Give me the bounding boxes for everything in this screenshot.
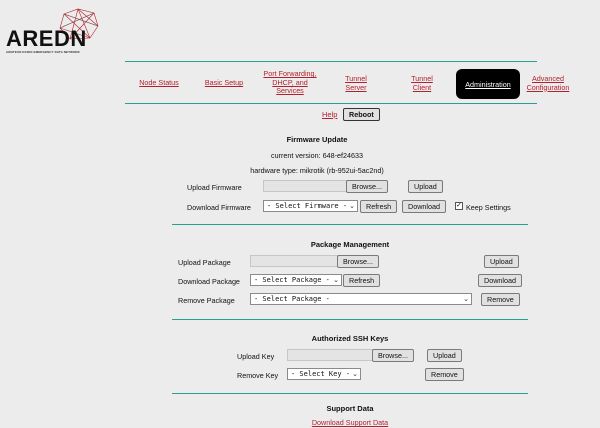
chevron-down-icon: ⌄: [333, 276, 339, 284]
chevron-down-icon: ⌄: [463, 295, 469, 303]
packages-section-title: Package Management: [310, 240, 390, 249]
logo-wordmark: AREDN: [6, 26, 87, 51]
nav-bottom-rule: [125, 103, 537, 104]
download-firmware-label: Download Firmware: [187, 203, 251, 212]
remove-package-label: Remove Package: [178, 296, 235, 305]
key-browse-button[interactable]: Browse...: [372, 349, 414, 362]
firmware-current-version: current version: 648-ef24633: [271, 151, 363, 160]
firmware-hardware-type: hardware type: mikrotik (rb-952ui-5ac2nd…: [250, 166, 384, 175]
help-link[interactable]: Help: [322, 110, 337, 119]
key-remove-button[interactable]: Remove: [425, 368, 464, 381]
key-file-field[interactable]: [287, 349, 373, 361]
package-refresh-button[interactable]: Refresh: [343, 274, 381, 287]
upload-key-label: Upload Key: [237, 352, 275, 361]
logo-tagline: AMATEUR RADIO EMERGENCY DATA NETWORK: [6, 50, 80, 54]
download-support-data-link[interactable]: Download Support Data: [172, 418, 528, 427]
keep-settings-checkbox[interactable]: ✓: [455, 202, 463, 210]
package-browse-button[interactable]: Browse...: [337, 255, 379, 268]
remove-key-label: Remove Key: [237, 371, 279, 380]
nav-advanced-configuration[interactable]: Advanced Configuration: [520, 74, 576, 92]
firmware-browse-button[interactable]: Browse...: [346, 180, 388, 193]
remove-package-select-value: - Select Package -: [254, 295, 330, 303]
download-package-select[interactable]: - Select Package - ⌄: [250, 274, 342, 286]
package-file-field[interactable]: [250, 255, 338, 267]
remove-key-select[interactable]: - Select Key - ⌄: [287, 368, 361, 380]
nav-top-rule: [125, 61, 537, 62]
firmware-refresh-button[interactable]: Refresh: [360, 200, 398, 213]
nav-tunnel-client[interactable]: Tunnel Client: [402, 74, 442, 92]
firmware-select-value: - Select Firmware -: [267, 202, 348, 210]
upload-package-label: Upload Package: [178, 258, 231, 267]
nav-node-status[interactable]: Node Status: [132, 78, 186, 88]
remove-package-select[interactable]: - Select Package - ⌄: [250, 293, 472, 305]
firmware-select[interactable]: - Select Firmware - ⌄: [263, 200, 358, 212]
nav-port-forwarding[interactable]: Port Forwarding, DHCP, and Services: [258, 69, 322, 96]
package-remove-button[interactable]: Remove: [481, 293, 520, 306]
chevron-down-icon: ⌄: [352, 370, 358, 378]
remove-key-select-value: - Select Key -: [291, 370, 351, 378]
section-divider: [172, 224, 528, 225]
upload-firmware-label: Upload Firmware: [187, 183, 242, 192]
section-divider: [172, 393, 528, 394]
download-package-select-value: - Select Package -: [254, 276, 330, 284]
nav-administration[interactable]: Administration: [456, 69, 520, 99]
download-package-label: Download Package: [178, 277, 240, 286]
key-upload-button[interactable]: Upload: [427, 349, 462, 362]
reboot-button[interactable]: Reboot: [343, 108, 380, 121]
package-download-button[interactable]: Download: [478, 274, 522, 287]
firmware-upload-button[interactable]: Upload: [408, 180, 443, 193]
firmware-download-button[interactable]: Download: [402, 200, 446, 213]
keep-settings-label: Keep Settings: [466, 203, 511, 212]
ssh-section-title: Authorized SSH Keys: [311, 334, 389, 343]
chevron-down-icon: ⌄: [349, 202, 355, 210]
package-upload-button[interactable]: Upload: [484, 255, 519, 268]
support-section-title: Support Data: [326, 404, 374, 413]
nav-basic-setup[interactable]: Basic Setup: [198, 78, 250, 88]
firmware-file-field[interactable]: [263, 180, 347, 192]
section-divider: [172, 319, 528, 320]
nav-tunnel-server[interactable]: Tunnel Server: [336, 74, 376, 92]
firmware-section-title: Firmware Update: [286, 135, 348, 144]
